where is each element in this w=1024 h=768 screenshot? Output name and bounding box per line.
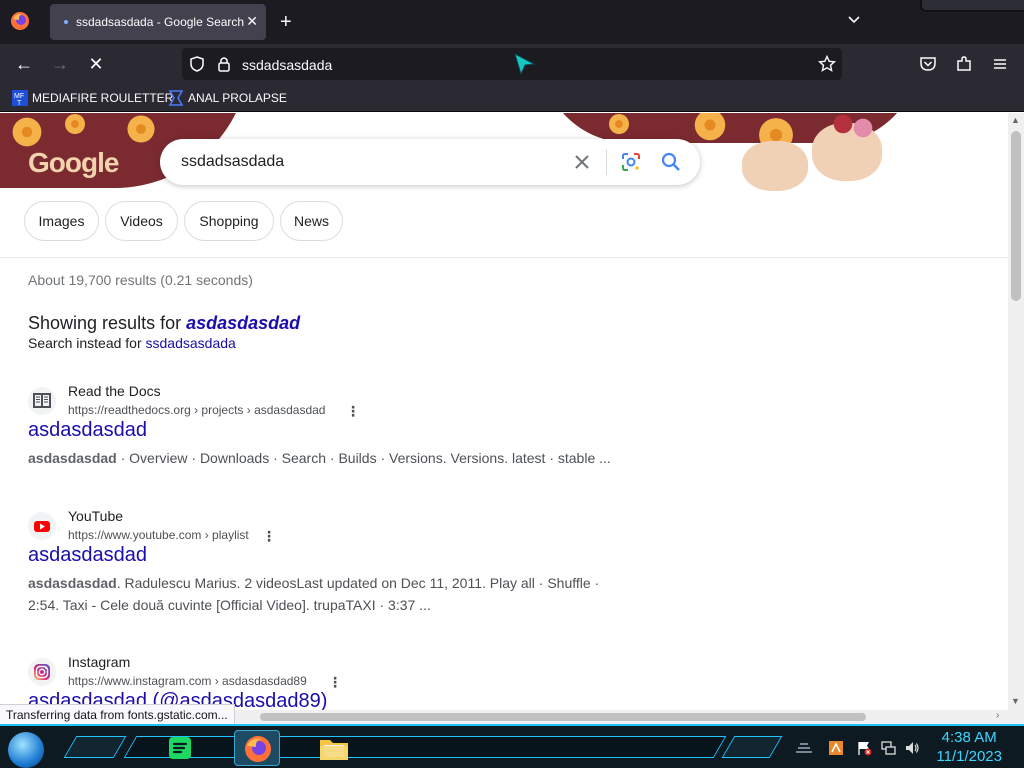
rose-decoration-icon xyxy=(833,114,853,134)
mediafire-bookmark-icon: MF T xyxy=(12,90,28,106)
header-divider xyxy=(0,257,1008,258)
loading-dot-icon xyxy=(64,20,68,24)
search-input[interactable]: ssdadsasdada xyxy=(181,153,284,171)
result-stats: About 19,700 results (0.21 seconds) xyxy=(28,272,253,288)
result-url[interactable]: https://www.instagram.com › asdasdasdad8… xyxy=(68,674,307,688)
lock-icon[interactable] xyxy=(216,55,232,73)
navigation-toolbar: ← → ✕ ssdadsasdada xyxy=(0,44,1024,84)
pocket-icon[interactable] xyxy=(919,55,937,73)
forward-button[interactable]: → xyxy=(50,54,70,74)
sugar-skull-decoration xyxy=(742,141,808,191)
tracking-protection-shield-icon[interactable] xyxy=(188,55,206,73)
new-tab-button[interactable]: + xyxy=(280,10,292,34)
tab-bar: ssdadsasdada - Google Search ✕ + xyxy=(0,0,1024,44)
readthedocs-favicon-icon xyxy=(28,387,56,415)
clear-search-icon[interactable] xyxy=(572,152,592,172)
result-title-link[interactable]: asdasdasdad xyxy=(28,544,147,567)
result-snippet: asdasdasdad. Radulescu Marius. 2 videosL… xyxy=(28,575,600,613)
more-options-icon[interactable]: ⋮ xyxy=(262,528,276,545)
firefox-icon xyxy=(245,736,271,762)
marigold-decoration-icon xyxy=(694,113,726,141)
clock-time: 4:38 AM xyxy=(941,729,997,746)
bookmark-mediafire[interactable]: MEDIAFIRE ROULETTER xyxy=(32,91,173,105)
firefox-menu-icon[interactable] xyxy=(10,11,30,31)
list-all-tabs-icon[interactable] xyxy=(846,12,862,28)
instagram-favicon-icon xyxy=(28,658,56,686)
result-site-name[interactable]: Instagram xyxy=(68,654,130,670)
back-button[interactable]: ← xyxy=(14,54,34,74)
taskbar-app-explorer[interactable] xyxy=(312,730,358,766)
window-theme-decoration xyxy=(920,0,1024,12)
spelling-correction: Showing results for asdasdasdad xyxy=(28,313,300,334)
extensions-puzzle-icon[interactable] xyxy=(955,55,973,73)
address-bar[interactable]: ssdadsasdada xyxy=(182,48,842,80)
chip-news[interactable]: News xyxy=(280,201,343,241)
tab-active[interactable]: ssdadsasdada - Google Search ✕ xyxy=(50,4,266,40)
hamburger-menu-icon[interactable] xyxy=(991,55,1009,73)
svg-text:MF: MF xyxy=(14,93,24,100)
chip-shopping[interactable]: Shopping xyxy=(184,201,274,241)
more-options-icon[interactable]: ⋮ xyxy=(328,674,342,691)
scroll-right-arrow-icon[interactable]: › xyxy=(996,710,999,721)
marigold-decoration-icon xyxy=(609,114,629,134)
url-text: ssdadsasdada xyxy=(242,57,333,73)
result-snippet: asdasdasdad · Overview · Downloads · Sea… xyxy=(28,450,611,466)
chip-videos[interactable]: Videos xyxy=(105,201,178,241)
tab-title: ssdadsasdada - Google Search xyxy=(76,15,245,29)
taskbar-decoration xyxy=(63,736,127,758)
search-instead-label: Search instead for xyxy=(28,335,142,351)
more-options-icon[interactable]: ⋮ xyxy=(346,403,360,420)
cursor-pointer-icon xyxy=(514,53,536,76)
youtube-favicon-icon xyxy=(28,512,56,540)
network-icon[interactable] xyxy=(880,740,896,756)
search-box[interactable]: ssdadsasdada xyxy=(160,139,700,185)
chip-images[interactable]: Images xyxy=(24,201,99,241)
marigold-decoration-icon xyxy=(127,115,155,143)
bookmark-star-icon[interactable] xyxy=(818,55,836,73)
taskbar-app-firefox[interactable] xyxy=(234,730,280,766)
search-icon[interactable] xyxy=(660,151,682,173)
result-site-name[interactable]: YouTube xyxy=(68,508,123,524)
bookmark-page-icon xyxy=(168,90,184,106)
svg-text:T: T xyxy=(17,100,22,106)
search-instead: Search instead for ssdadsasdada xyxy=(28,335,236,351)
system-clock[interactable]: 4:38 AM 11/1/2023 xyxy=(936,728,1002,766)
taskbar-app-spotify[interactable] xyxy=(158,730,204,766)
google-lens-icon[interactable] xyxy=(620,151,642,173)
showing-results-label: Showing results for xyxy=(28,313,182,333)
result-title-link[interactable]: asdasdasdad xyxy=(28,419,147,442)
stop-loading-button[interactable]: ✕ xyxy=(86,54,106,74)
scrollbar-thumb[interactable] xyxy=(260,713,866,721)
result-url[interactable]: https://readthedocs.org › projects › asd… xyxy=(68,403,325,417)
action-center-flag-icon[interactable] xyxy=(856,740,872,756)
marigold-decoration-icon xyxy=(65,114,85,134)
scrollbar-thumb[interactable] xyxy=(1011,131,1021,301)
search-results-page: Google ssdadsasdada Images Videos Shoppi… xyxy=(0,113,1008,710)
original-query-link[interactable]: ssdadsasdada xyxy=(146,335,236,351)
app-tray-icon[interactable] xyxy=(828,740,844,756)
result-site-name[interactable]: Read the Docs xyxy=(68,383,161,399)
taskbar-track xyxy=(123,736,727,758)
clock-date: 11/1/2023 xyxy=(936,748,1002,765)
scroll-up-arrow-icon[interactable]: ▲ xyxy=(1011,115,1020,125)
start-orb-button[interactable] xyxy=(8,732,44,768)
bookmark-second[interactable]: ANAL PROLAPSE xyxy=(188,91,287,105)
search-box-divider xyxy=(606,149,607,175)
taskbar: 4:38 AM 11/1/2023 xyxy=(0,724,1024,768)
status-panel: Transferring data from fonts.gstatic.com… xyxy=(0,704,235,726)
show-hidden-icons-icon[interactable] xyxy=(794,740,814,756)
scroll-down-arrow-icon[interactable]: ▼ xyxy=(1011,696,1020,706)
rose-decoration-icon xyxy=(853,118,873,138)
marigold-decoration-icon xyxy=(12,117,42,147)
spotify-icon xyxy=(169,737,191,759)
google-doodle-logo[interactable]: Google xyxy=(28,147,119,179)
bookmarks-toolbar: MF T MEDIAFIRE ROULETTER ANAL PROLAPSE xyxy=(0,84,1024,112)
corrected-query-link[interactable]: asdasdasdad xyxy=(186,313,300,333)
tab-close-icon[interactable]: ✕ xyxy=(246,13,258,30)
volume-icon[interactable] xyxy=(904,740,920,756)
taskbar-decoration xyxy=(721,736,783,758)
vertical-scrollbar[interactable]: ▲ ▼ xyxy=(1008,113,1024,710)
result-url[interactable]: https://www.youtube.com › playlist xyxy=(68,528,249,542)
folder-icon xyxy=(320,740,348,760)
